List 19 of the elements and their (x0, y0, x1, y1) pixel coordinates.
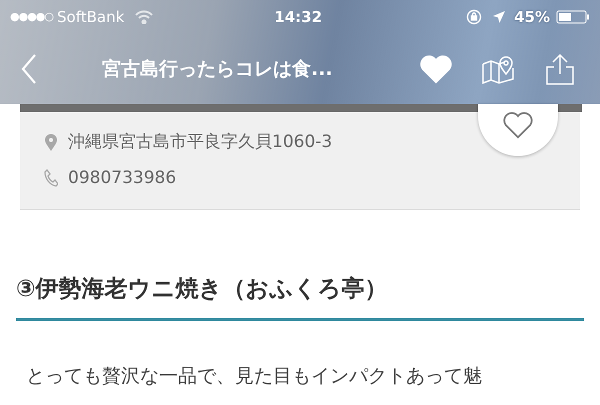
location-arrow-icon (492, 10, 506, 24)
page-title: 宮古島行ったらコレは食... (102, 56, 333, 82)
shop-address: 沖縄県宮古島市平良字久貝1060-3 (68, 131, 332, 154)
share-icon (545, 53, 575, 85)
heart-outline-icon (501, 110, 535, 140)
wifi-icon (134, 10, 154, 24)
signal-strength: ●●●●○ (10, 8, 53, 25)
heart-icon (418, 53, 454, 85)
phone-icon (44, 169, 58, 188)
section-heading: ③伊勢海老ウニ焼き（おふくろ亭） (16, 275, 388, 304)
battery-percent: 45% (514, 6, 550, 28)
battery-icon (556, 10, 590, 24)
shop-phone: 0980733986 (68, 166, 176, 190)
clock-time: 14:32 (274, 6, 322, 28)
back-chevron-icon (20, 53, 38, 85)
location-pin-icon (44, 134, 58, 152)
carrier-name: SoftBank (57, 6, 124, 28)
section-paragraph: とっても贅沢な一品で、見た目もインパクトあって魅 (26, 364, 483, 389)
rotation-lock-icon (466, 9, 482, 25)
